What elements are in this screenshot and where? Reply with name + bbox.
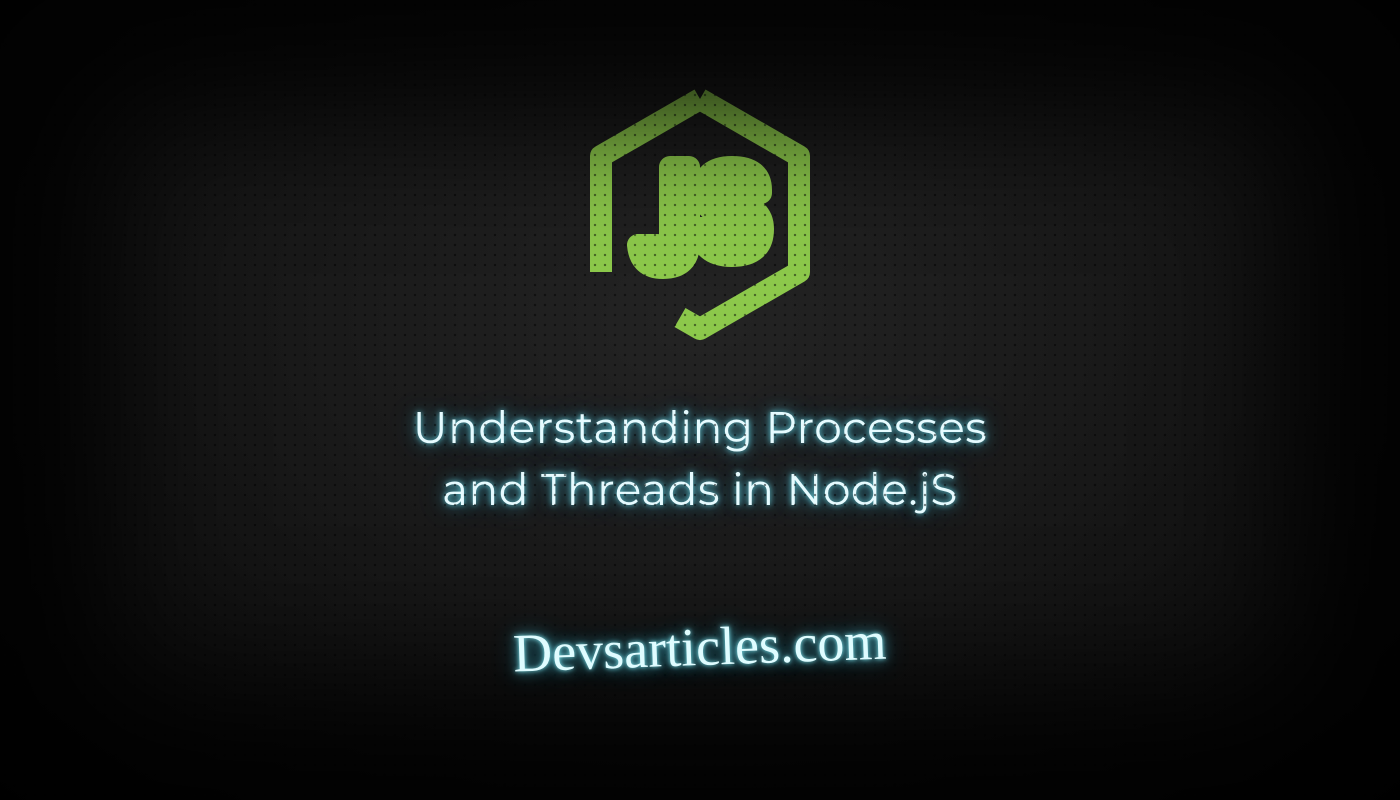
nodejs-logo-icon [585,85,815,343]
title-line-2: and Threads in Node.jS [442,463,958,517]
article-title: Understanding Processes and Threads in N… [413,398,988,521]
site-name: Devsarticles.com [512,610,887,685]
title-line-1: Understanding Processes [413,401,988,455]
